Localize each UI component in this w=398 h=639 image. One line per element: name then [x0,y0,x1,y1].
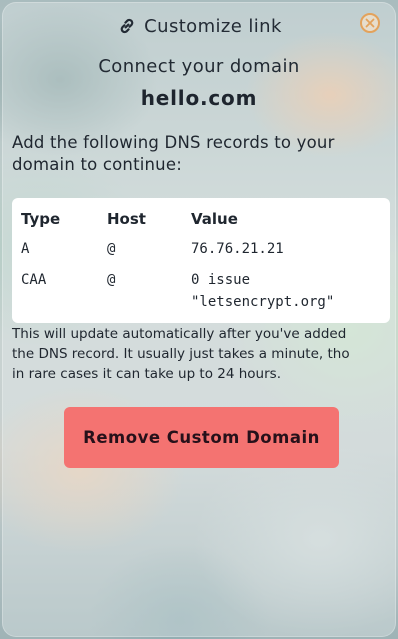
remove-custom-domain-button[interactable]: Remove Custom Domain [64,407,339,468]
domain-name: hello.com [140,86,258,110]
panel-title: Customize link [144,15,282,37]
note-line: the DNS record. It usually just takes a … [12,346,350,362]
column-header-value: Value [191,210,238,228]
record-type: A [21,241,30,257]
note-line: This will update automatically after you… [12,326,347,342]
close-button[interactable] [360,13,380,33]
update-note: This will update automatically after you… [12,324,396,384]
dns-instructions: Add the following DNS records to your do… [12,133,335,174]
column-header-host: Host [107,210,146,228]
customize-link-panel: Customize link Connect your domain hello… [2,2,396,637]
panel-header: Customize link [2,14,396,38]
record-value-continued: "letsencrypt.org" [191,294,335,310]
record-type: CAA [21,272,47,288]
record-host: @ [107,241,116,257]
column-header-type: Type [21,210,61,228]
dns-records-table: Type Host Value A @ 76.76.21.21 CAA @ 0 … [12,198,390,323]
record-value: 0 issue [191,272,251,288]
close-icon [365,18,375,28]
note-line: in rare cases it can take up to 24 hours… [12,366,281,382]
record-value: 76.76.21.21 [191,241,284,257]
record-host: @ [107,272,116,288]
connect-domain-heading: Connect your domain [98,56,300,77]
link-icon [120,18,134,34]
